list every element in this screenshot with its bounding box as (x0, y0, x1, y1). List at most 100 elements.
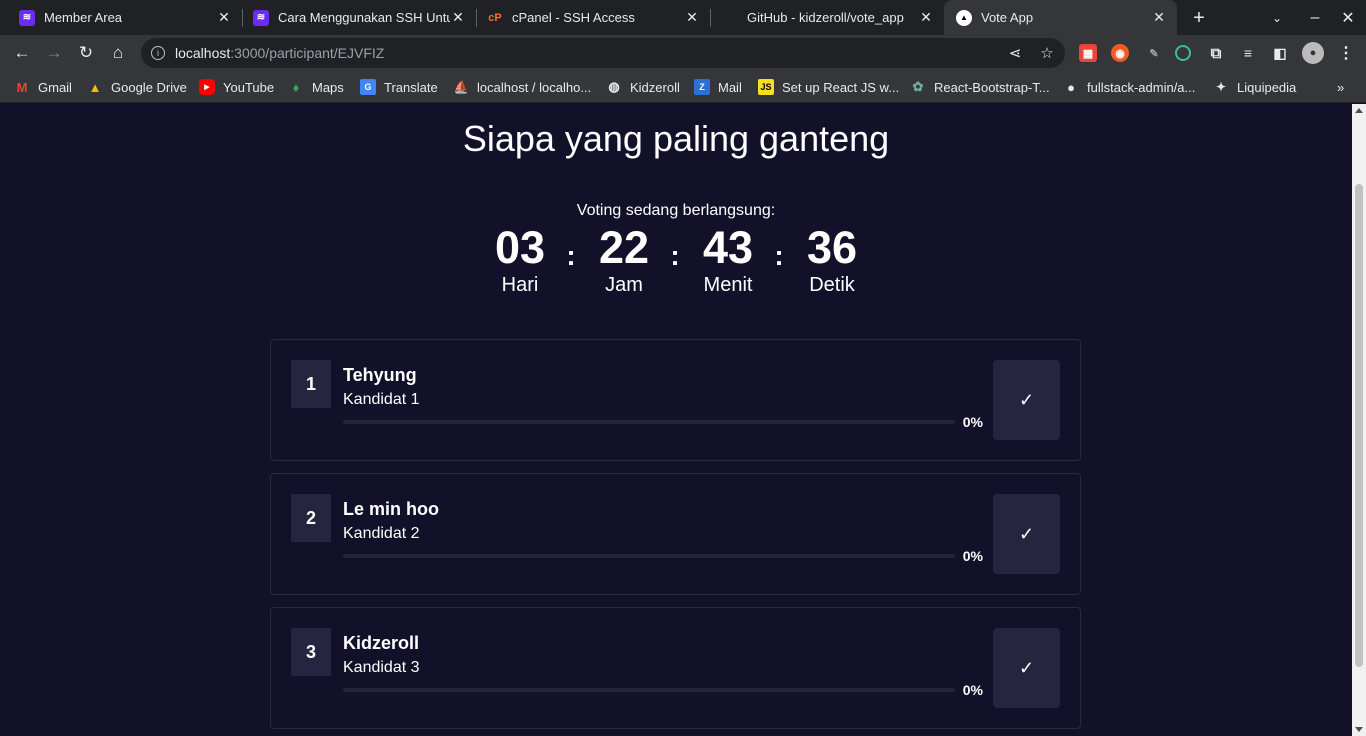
tab-member-area[interactable]: ≋ Member Area ✕ (0, 0, 242, 35)
check-icon: ✓ (1018, 657, 1035, 678)
vote-percentage: 0% (962, 682, 983, 698)
vote-percentage: 0% (962, 414, 983, 430)
vote-progress-bar (343, 554, 955, 558)
countdown-minutes-value: 43 (702, 222, 754, 273)
zoho-mail-icon: Z (694, 79, 710, 95)
voting-status-label: Voting sedang berlangsung: (576, 202, 776, 219)
candidate-name: Le min hoo (343, 499, 439, 519)
profile-avatar[interactable]: ● (1302, 42, 1324, 64)
bookmarks-bar: M Gmail ▲ Google Drive ▶ YouTube ♦ Maps G Tra… (0, 71, 1366, 103)
candidate-subtitle: Kandidat 1 (343, 391, 420, 408)
close-icon[interactable]: ✕ (684, 9, 700, 26)
bookmarks-overflow-icon[interactable]: » (1337, 78, 1344, 96)
forward-icon[interactable]: → (41, 40, 67, 66)
scroll-up-icon[interactable] (1355, 108, 1363, 113)
candidate-rank: 3 (291, 628, 331, 676)
scrollbar-thumb[interactable] (1355, 184, 1363, 667)
site-info-icon[interactable]: i (151, 46, 165, 60)
bookmark-mail[interactable]: Z Mail (694, 78, 742, 96)
back-icon[interactable]: ← (9, 40, 35, 66)
candidate-name: Kidzeroll (343, 633, 420, 653)
countdown-days-label: Hari (501, 274, 539, 296)
candidate-subtitle: Kandidat 2 (343, 525, 420, 542)
countdown-hours-value: 22 (598, 222, 650, 273)
extension-icon[interactable] (1175, 45, 1191, 61)
extension-icon[interactable]: ▦ (1079, 44, 1097, 62)
check-icon: ✓ (1018, 523, 1035, 544)
bookmark-translate[interactable]: G Translate (360, 78, 438, 96)
tab-strip: ≋ Member Area ✕ ≋ Cara Menggunakan SSH U… (0, 0, 1366, 35)
menu-kebab-icon[interactable]: ⋮ (1337, 44, 1355, 62)
bookmark-localhost[interactable]: ⛵ localhost / localho... (453, 78, 592, 96)
chatgpt-icon: ✿ (912, 79, 924, 94)
tab-title: Vote App (981, 10, 1034, 25)
github-icon (722, 10, 738, 26)
minimize-icon[interactable]: – (1302, 5, 1328, 31)
check-icon: ✓ (1018, 389, 1035, 410)
countdown-separator: : (774, 240, 784, 271)
candidate-rank: 1 (291, 360, 331, 408)
niagahoster-icon: ≋ (253, 9, 269, 26)
extensions-puzzle-icon[interactable]: ⧉ (1207, 44, 1225, 62)
bookmark-google-drive[interactable]: ▲ Google Drive (87, 78, 187, 96)
bookmark-react-setup[interactable]: JS Set up React JS w... (758, 78, 899, 96)
countdown-separator: : (670, 240, 680, 271)
bookmark-react-bootstrap[interactable]: ✿ React-Bootstrap-T... (910, 78, 1050, 96)
tab-title: Cara Menggunakan SSH Untuk (278, 10, 450, 25)
countdown-hours: 22 Jam (584, 222, 664, 296)
close-icon[interactable]: ✕ (216, 9, 232, 26)
candidate-name: Tehyung (343, 365, 417, 385)
tab-github[interactable]: GitHub - kidzeroll/vote_app ✕ (710, 0, 944, 35)
vote-button[interactable]: ✓ (993, 494, 1060, 574)
candidate-card: 2 Le min hoo Kandidat 2 0% ✓ (270, 473, 1081, 595)
scroll-down-icon[interactable] (1355, 727, 1363, 732)
candidate-card: 3 Kidzeroll Kandidat 3 0% ✓ (270, 607, 1081, 729)
vote-button[interactable]: ✓ (993, 360, 1060, 440)
reload-icon[interactable]: ↻ (73, 40, 99, 66)
tab-title: Member Area (44, 10, 123, 25)
address-bar[interactable]: i localhost:3000/participant/EJVFIZ ⋖ ☆ (141, 38, 1065, 68)
bookmark-gmail[interactable]: M Gmail (14, 78, 72, 96)
tab-vote-app[interactable]: ▲ Vote App ✕ (944, 0, 1177, 35)
extension-icon[interactable]: ◉ (1111, 44, 1129, 62)
cpanel-icon: cP (488, 11, 502, 24)
youtube-icon: ▶ (199, 79, 215, 95)
countdown-minutes-label: Menit (703, 274, 753, 296)
maps-icon: ♦ (292, 79, 300, 95)
countdown-minutes: 43 Menit (688, 222, 768, 296)
vote-progress-bar (343, 688, 955, 692)
bookmark-youtube[interactable]: ▶ YouTube (199, 78, 274, 96)
eyedropper-icon[interactable]: ✎ (1145, 44, 1163, 62)
github-icon: ● (1067, 79, 1075, 95)
vote-app-icon: ▲ (956, 9, 972, 26)
close-icon[interactable]: ✕ (450, 9, 466, 26)
new-tab-icon[interactable]: + (1186, 5, 1212, 31)
gmail-icon: M (16, 79, 28, 95)
vote-page: Siapa yang paling ganteng Voting sedang … (0, 104, 1352, 736)
bookmark-liquipedia[interactable]: ✦ Liquipedia (1213, 78, 1296, 96)
close-window-icon[interactable]: ✕ (1335, 5, 1361, 31)
js-icon: JS (758, 79, 774, 95)
bookmark-maps[interactable]: ♦ Maps (288, 78, 344, 96)
page-scrollbar[interactable] (1352, 104, 1366, 736)
tab-cpanel[interactable]: cP cPanel - SSH Access ✕ (468, 0, 710, 35)
bookmark-fullstack-admin[interactable]: ● fullstack-admin/a... (1063, 78, 1195, 96)
close-icon[interactable]: ✕ (918, 9, 934, 26)
share-icon[interactable]: ⋖ (1007, 45, 1023, 62)
countdown-days-value: 03 (494, 222, 546, 273)
bookmark-star-icon[interactable]: ☆ (1039, 45, 1055, 62)
close-icon[interactable]: ✕ (1151, 9, 1167, 26)
page-title: Siapa yang paling ganteng (462, 118, 890, 159)
phpmyadmin-icon: ⛵ (453, 80, 469, 94)
home-icon[interactable]: ⌂ (105, 40, 131, 66)
side-panel-icon[interactable]: ◧ (1271, 44, 1289, 62)
countdown-separator: : (566, 240, 576, 271)
countdown-seconds-label: Detik (809, 274, 855, 296)
browser-toolbar: ← → ↻ ⌂ i localhost:3000/participant/EJV… (0, 35, 1366, 71)
media-control-icon[interactable]: ≡ (1239, 44, 1257, 62)
countdown-seconds: 36 Detik (792, 222, 872, 296)
vote-button[interactable]: ✓ (993, 628, 1060, 708)
bookmark-kidzeroll[interactable]: ◍ Kidzeroll (606, 78, 680, 96)
tab-search-chevron-icon[interactable]: ⌄ (1264, 5, 1290, 31)
tab-cara-ssh[interactable]: ≋ Cara Menggunakan SSH Untuk ✕ (234, 0, 476, 35)
